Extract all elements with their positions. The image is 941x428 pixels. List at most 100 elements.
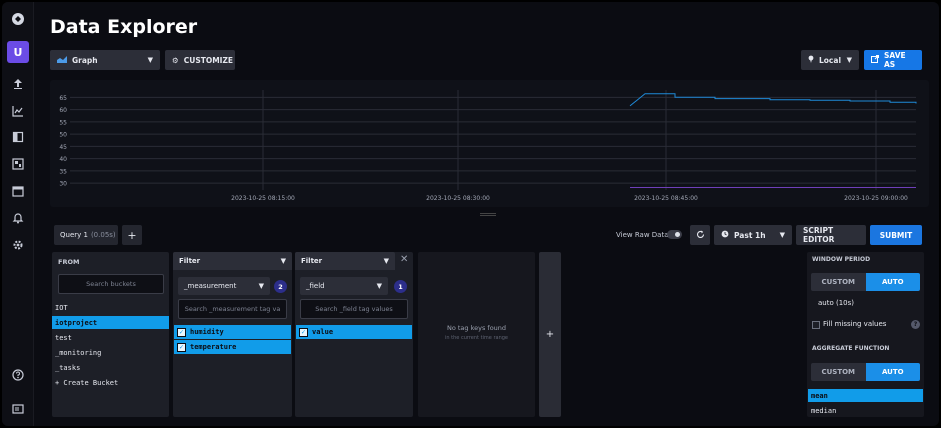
pin-icon bbox=[808, 55, 814, 65]
window-period-header: WINDOW PERIOD bbox=[812, 256, 871, 263]
collapse-nav-icon[interactable] bbox=[10, 401, 26, 417]
bucket-item[interactable]: _tasks bbox=[52, 361, 169, 374]
user-avatar[interactable]: U bbox=[7, 41, 29, 63]
save-as-label: SAVE AS bbox=[884, 51, 906, 69]
chevron-down-icon: ▼ bbox=[779, 231, 785, 239]
aggregate-toggle: CUSTOM AUTO bbox=[811, 363, 920, 381]
window-custom-button[interactable]: CUSTOM bbox=[811, 273, 866, 291]
time-series-graph: 65 60 55 50 45 40 35 30 2023-10-25 08:15:00 2023-… bbox=[59, 90, 917, 202]
save-as-button[interactable]: SAVE AS bbox=[864, 50, 922, 70]
customize-label: CUSTOMIZE bbox=[183, 55, 234, 65]
chevron-down-icon: ▼ bbox=[846, 56, 852, 64]
refresh-icon bbox=[696, 230, 705, 241]
chevron-down-icon: ▼ bbox=[258, 282, 264, 290]
time-range-dropdown[interactable]: Past 1h ▼ bbox=[714, 225, 792, 245]
tag-value-label: temperature bbox=[190, 343, 237, 351]
search-tag-values-input[interactable]: Search _measurement tag va bbox=[178, 299, 287, 319]
aggregate-function-header: AGGREGATE FUNCTION bbox=[812, 345, 890, 352]
settings-gear-icon[interactable] bbox=[10, 237, 26, 253]
customize-button[interactable]: ⚙ CUSTOMIZE bbox=[165, 50, 235, 70]
x-tick-label: 2023-10-25 08:45:00 bbox=[634, 195, 698, 202]
submit-button[interactable]: SUBMIT bbox=[870, 225, 922, 245]
time-range-label: Past 1h bbox=[734, 230, 766, 240]
tag-value-label: value bbox=[312, 328, 334, 336]
fill-missing-label: Fill missing values bbox=[823, 320, 887, 328]
add-filter-button[interactable]: + bbox=[539, 252, 561, 417]
timezone-dropdown[interactable]: Local ▼ bbox=[801, 50, 859, 70]
selection-count-badge: 2 bbox=[274, 280, 287, 293]
aggregate-function-item[interactable]: median bbox=[808, 404, 923, 417]
tag-key-dropdown[interactable]: _field ▼ bbox=[300, 277, 388, 295]
data-explorer-icon[interactable] bbox=[10, 103, 26, 119]
refresh-button[interactable] bbox=[690, 225, 710, 245]
alerts-bell-icon[interactable] bbox=[10, 210, 26, 226]
fill-missing-checkbox[interactable] bbox=[812, 321, 820, 329]
y-tick-label: 35 bbox=[59, 168, 67, 175]
close-filter-icon[interactable]: ✕ bbox=[400, 254, 408, 265]
x-tick-label: 2023-10-25 09:00:00 bbox=[844, 195, 908, 202]
left-nav: U bbox=[2, 2, 34, 426]
tag-value-item[interactable]: ✓ humidity bbox=[174, 325, 291, 339]
window-period-toggle: CUSTOM AUTO bbox=[811, 273, 920, 291]
chevron-down-icon: ▼ bbox=[383, 257, 389, 265]
search-tag-values-input[interactable]: Search _field tag values bbox=[300, 299, 408, 319]
view-type-dropdown[interactable]: Graph ▼ bbox=[50, 50, 160, 70]
tab-query-1[interactable]: Query 1 (0.05s) bbox=[54, 225, 118, 245]
graph-panel[interactable]: 65 60 55 50 45 40 35 30 2023-10-25 08:15:00 2023-… bbox=[50, 80, 929, 207]
window-auto-button[interactable]: AUTO bbox=[865, 273, 920, 291]
bucket-item[interactable]: IOT bbox=[52, 301, 169, 314]
y-tick-label: 30 bbox=[59, 181, 67, 188]
notebooks-icon[interactable] bbox=[10, 129, 26, 145]
checkbox-checked-icon: ✓ bbox=[177, 327, 186, 337]
add-query-button[interactable]: + bbox=[122, 225, 142, 245]
search-buckets-input[interactable]: Search buckets bbox=[58, 274, 164, 294]
tag-value-label: humidity bbox=[190, 328, 224, 336]
aggregate-function-item-selected[interactable]: mean bbox=[808, 389, 923, 402]
resize-handle[interactable] bbox=[480, 213, 496, 216]
graph-type-icon bbox=[57, 55, 67, 65]
page-title: Data Explorer bbox=[50, 16, 198, 38]
create-bucket-link[interactable]: + Create Bucket bbox=[52, 376, 169, 389]
checkbox-checked-icon: ✓ bbox=[177, 342, 186, 352]
tag-key-label: _field bbox=[306, 282, 325, 290]
app-window: U Data Explorer Graph ▼ ⚙ CUSTOMIZE Loca… bbox=[2, 2, 939, 426]
view-raw-data-label: View Raw Data bbox=[616, 231, 669, 239]
influx-logo-icon[interactable] bbox=[10, 11, 26, 27]
gear-icon: ⚙ bbox=[172, 55, 179, 65]
chevron-down-icon: ▼ bbox=[280, 257, 286, 265]
view-raw-data-toggle[interactable] bbox=[667, 230, 682, 239]
dashboards-icon[interactable] bbox=[10, 156, 26, 172]
filter-header-label: Filter bbox=[179, 257, 201, 265]
y-tick-label: 45 bbox=[59, 144, 67, 151]
aggregate-custom-button[interactable]: CUSTOM bbox=[811, 363, 866, 381]
bucket-item[interactable]: _monitoring bbox=[52, 346, 169, 359]
auto-window-value: auto (10s) bbox=[818, 299, 854, 307]
tag-value-item[interactable]: ✓ temperature bbox=[174, 340, 291, 354]
tasks-icon[interactable] bbox=[10, 183, 26, 199]
export-icon bbox=[871, 55, 879, 65]
y-tick-label: 40 bbox=[59, 156, 67, 163]
view-type-label: Graph bbox=[72, 55, 98, 65]
query-tab-time: (0.05s) bbox=[90, 231, 116, 239]
help-circle-icon[interactable] bbox=[10, 367, 26, 383]
aggregate-auto-button[interactable]: AUTO bbox=[865, 363, 920, 381]
x-tick-label: 2023-10-25 08:30:00 bbox=[426, 195, 490, 202]
filter-header-dropdown[interactable]: Filter ▼ bbox=[173, 252, 292, 270]
timezone-label: Local bbox=[819, 55, 842, 65]
no-tag-keys-message: No tag keys found bbox=[446, 324, 507, 332]
no-tag-keys-subtitle: in the current time range bbox=[445, 335, 508, 341]
bucket-item-selected[interactable]: iotproject bbox=[52, 316, 169, 329]
filter-header-dropdown[interactable]: Filter ▼ bbox=[295, 252, 395, 270]
help-question-icon[interactable]: ? bbox=[911, 320, 920, 329]
upload-icon[interactable] bbox=[10, 76, 26, 92]
y-tick-label: 50 bbox=[59, 132, 67, 139]
query-tab-label: Query 1 bbox=[60, 231, 88, 239]
tag-value-item[interactable]: ✓ value bbox=[296, 325, 412, 339]
checkbox-checked-icon: ✓ bbox=[299, 327, 308, 337]
from-header: FROM bbox=[58, 258, 80, 266]
bucket-item[interactable]: test bbox=[52, 331, 169, 344]
tag-key-dropdown[interactable]: _measurement ▼ bbox=[178, 277, 270, 295]
script-editor-button[interactable]: SCRIPT EDITOR bbox=[796, 225, 866, 245]
selection-count-badge: 1 bbox=[394, 280, 407, 293]
from-panel: FROM Search buckets IOT iotproject test … bbox=[52, 252, 169, 417]
